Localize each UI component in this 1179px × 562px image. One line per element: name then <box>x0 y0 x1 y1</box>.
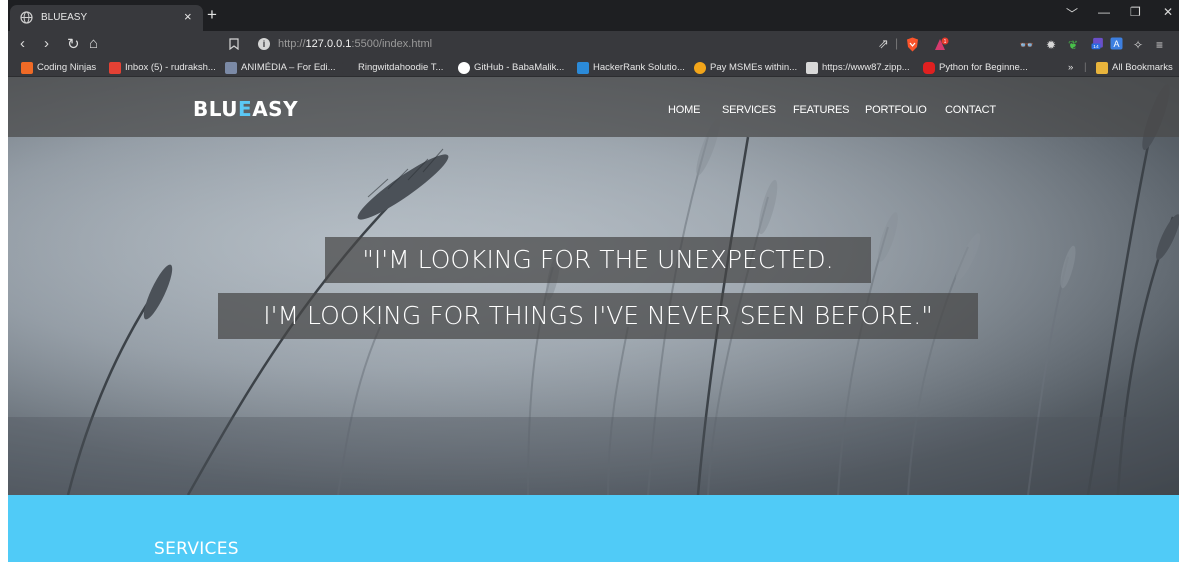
info-icon[interactable]: i <box>258 38 270 50</box>
url-text[interactable]: http://127.0.0.1:5500/index.html <box>278 38 432 50</box>
bookmark-label: Inbox (5) - rudraksh... <box>125 62 216 73</box>
reload-icon[interactable]: ↻ <box>67 35 80 53</box>
notification-count: 1 <box>944 39 947 45</box>
bookmark-hackerrank[interactable]: HackerRank Solutio... <box>577 61 685 74</box>
new-tab-button[interactable]: + <box>207 5 217 25</box>
bookmark-label: https://www87.zipp... <box>822 62 910 73</box>
bookmarks-overflow-icon[interactable]: » <box>1068 61 1073 74</box>
share-icon[interactable]: ⇗ <box>878 36 889 52</box>
hackerrank-icon <box>577 61 589 74</box>
divider: | <box>1084 62 1087 73</box>
hero-quote-line-1: "I'M LOOKING FOR THE UNEXPECTED. <box>325 237 871 283</box>
bookmark-label: Coding Ninjas <box>37 62 97 73</box>
bookmark-zipp[interactable]: https://www87.zipp... <box>806 61 910 74</box>
web-page: BLUEASY HOME SERVICES FEATURES PORTFOLIO… <box>8 77 1179 562</box>
site-logo[interactable]: BLUEASY <box>193 97 298 121</box>
pay-msmes-icon <box>694 61 706 74</box>
globe-icon <box>20 11 33 24</box>
nav-services[interactable]: SERVICES <box>722 104 776 116</box>
settings-extension-icon[interactable]: ✹ <box>1046 38 1056 52</box>
minimize-icon[interactable]: — <box>1098 5 1110 19</box>
close-tab-icon[interactable]: × <box>184 9 192 24</box>
bookmark-label: Pay MSMEs within... <box>710 62 798 73</box>
tab-search-icon[interactable]: ﹀ <box>1066 5 1078 22</box>
bookmark-github[interactable]: GitHub - BabaMalik... <box>458 61 564 74</box>
bookmark-label: Python for Beginne... <box>939 62 1028 73</box>
extensions-puzzle-icon[interactable]: ✧ <box>1133 38 1143 52</box>
youtube-icon <box>923 61 935 74</box>
bookmark-label: All Bookmarks <box>1112 62 1173 73</box>
gmail-icon <box>109 61 121 74</box>
bookmark-label: ANIMÉDIA – For Edi... <box>241 62 336 73</box>
bookmark-python[interactable]: Python for Beginne... <box>923 61 1028 74</box>
services-heading: SERVICES <box>154 539 239 559</box>
extension-badge-count: 14 <box>1093 44 1099 50</box>
brave-shield-icon[interactable] <box>906 37 919 52</box>
nav-features[interactable]: FEATURES <box>793 104 849 116</box>
rewards-triangle-icon[interactable]: 1 <box>934 37 949 51</box>
leaf-extension-icon[interactable]: ❦ <box>1068 38 1078 52</box>
nav-contact[interactable]: CONTACT <box>945 104 996 116</box>
address-bar[interactable]: i http://127.0.0.1:5500/index.html ⇗ | 1 <box>250 35 970 54</box>
browser-window: BLUEASY × + ﹀ — ❐ ✕ ‹ › ↻ ⌂ i http://127… <box>8 0 1179 562</box>
menu-icon[interactable]: ≡ <box>1156 38 1163 52</box>
translate-extension-icon[interactable]: A <box>1110 37 1123 50</box>
bookmark-animedia[interactable]: ANIMÉDIA – For Edi... <box>225 61 336 74</box>
nav-portfolio[interactable]: PORTFOLIO <box>865 104 927 116</box>
github-icon <box>458 61 470 74</box>
hero-quote-line-2: I'M LOOKING FOR THINGS I'VE NEVER SEEN B… <box>218 293 978 339</box>
bookmarks-bar: Coding Ninjas Inbox (5) - rudraksh... AN… <box>8 58 1179 77</box>
bookmark-all-bookmarks[interactable]: All Bookmarks <box>1096 61 1173 74</box>
ringwitdahoodie-icon <box>342 61 354 74</box>
divider: | <box>895 36 899 50</box>
services-section: SERVICES <box>8 495 1179 562</box>
bookmark-label: HackerRank Solutio... <box>593 62 685 73</box>
coding-ninjas-icon <box>21 61 33 74</box>
back-icon[interactable]: ‹ <box>20 35 25 52</box>
animedia-icon <box>225 61 237 74</box>
svg-text:A: A <box>1113 39 1119 49</box>
glasses-extension-icon[interactable]: 👓 <box>1019 38 1034 52</box>
restore-icon[interactable]: ❐ <box>1130 5 1141 19</box>
tab-strip: BLUEASY × + ﹀ — ❐ ✕ <box>8 0 1179 31</box>
bookmark-icon[interactable] <box>229 38 239 50</box>
grid-icon <box>806 61 818 74</box>
home-icon[interactable]: ⌂ <box>89 35 98 52</box>
bookmark-gmail[interactable]: Inbox (5) - rudraksh... <box>109 61 216 74</box>
bookmark-label: Ringwitdahoodie T... <box>358 62 444 73</box>
site-navbar: BLUEASY HOME SERVICES FEATURES PORTFOLIO… <box>8 77 1179 137</box>
forward-icon[interactable]: › <box>44 35 49 52</box>
tab-title: BLUEASY <box>41 12 88 23</box>
bookmark-coding-ninjas[interactable]: Coding Ninjas <box>21 61 96 74</box>
folder-icon <box>1096 61 1108 74</box>
browser-toolbar: ‹ › ↻ ⌂ i http://127.0.0.1:5500/index.ht… <box>8 31 1179 58</box>
bookmark-ringwitdahoodie[interactable]: Ringwitdahoodie T... <box>342 61 443 74</box>
nav-home[interactable]: HOME <box>668 104 700 116</box>
bookmark-label: GitHub - BabaMalik... <box>474 62 565 73</box>
bookmark-pay-msmes[interactable]: Pay MSMEs within... <box>694 61 797 74</box>
tab-blueasy[interactable]: BLUEASY × <box>10 5 203 31</box>
wheat-field-background <box>8 77 1179 495</box>
extension-badge-icon[interactable]: 14 <box>1090 37 1106 50</box>
hero-section: BLUEASY HOME SERVICES FEATURES PORTFOLIO… <box>8 77 1179 495</box>
close-window-icon[interactable]: ✕ <box>1163 5 1173 19</box>
